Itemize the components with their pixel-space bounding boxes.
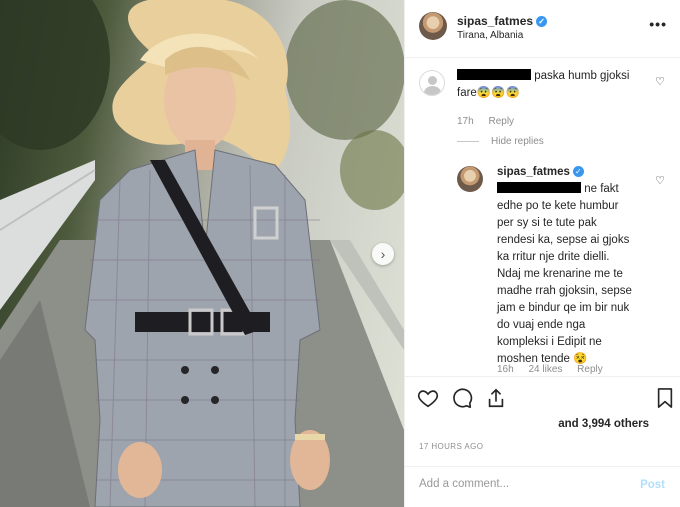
hide-replies-button[interactable]: Hide replies [457, 136, 556, 147]
avatar[interactable] [419, 12, 447, 40]
avatar[interactable] [457, 166, 483, 192]
post-timestamp: 17 HOURS AGO [419, 442, 484, 451]
comment-meta: 17h Reply [457, 116, 526, 127]
like-comment-heart-icon[interactable]: ♡ [655, 75, 665, 88]
comment-icon[interactable] [451, 387, 473, 409]
reply-username[interactable]: sipas_fatmes [497, 166, 570, 178]
reply-button[interactable]: Reply [577, 364, 603, 375]
next-photo-button[interactable]: › [372, 243, 394, 265]
post-side-panel: sipas_fatmes ✓ Tirana, Albania ••• paska … [404, 0, 680, 507]
add-comment-input[interactable] [419, 478, 629, 490]
verified-badge-icon: ✓ [572, 166, 584, 178]
hide-replies-label[interactable]: Hide replies [491, 136, 544, 147]
likes-count[interactable]: and 3,994 others [558, 418, 649, 430]
username[interactable]: sipas_fatmes ✓ [457, 14, 548, 28]
like-reply-heart-icon[interactable]: ♡ [655, 174, 665, 187]
verified-badge-icon: ✓ [536, 16, 548, 28]
reply-line: kompleksi i Edipit ne [497, 336, 602, 348]
comments-list[interactable]: paska humb gjoksi fare😨😨😨 ♡ 17h Reply Hi… [405, 58, 680, 376]
post-comment-button[interactable]: Post [640, 479, 665, 491]
chevron-right-icon: › [380, 246, 386, 262]
share-icon[interactable] [485, 387, 507, 409]
username-text[interactable]: sipas_fatmes [457, 14, 533, 28]
avatar[interactable] [419, 70, 445, 96]
reply-line: ne fakt [584, 183, 619, 195]
add-comment-bar: Post [405, 466, 680, 507]
reply-line: do vuaj ende nga [497, 319, 586, 331]
divider [457, 140, 479, 142]
reply-meta: 16h 24 likes Reply [497, 364, 615, 375]
post-photo[interactable]: › [0, 0, 404, 507]
reply-button[interactable]: Reply [488, 116, 514, 127]
reply-line: per sy si te tute pak [497, 217, 597, 229]
reply-line: edhe po te kete humbur [497, 200, 619, 212]
redacted-username [457, 69, 531, 80]
more-options-icon[interactable]: ••• [649, 16, 667, 32]
bookmark-icon[interactable] [655, 387, 675, 409]
reply-likes[interactable]: 24 likes [528, 364, 562, 375]
comment-line: fare😨😨😨 [457, 87, 520, 99]
comment-time: 17h [457, 116, 474, 127]
location-link[interactable]: Tirana, Albania [457, 30, 523, 41]
reply-line: rendesi ka, sepse ai gjoks [497, 234, 630, 246]
comment-text: paska humb gjoksi fare😨😨😨 [457, 68, 653, 102]
redacted-mention [497, 182, 581, 193]
reply-text: sipas_fatmes ✓ ne fakt edhe po te kete hu… [497, 164, 655, 368]
heart-icon[interactable] [417, 387, 439, 409]
reply-line: Ndaj me krenarine me te [497, 268, 623, 280]
reply-line: madhe rrah gjoksin, sepse [497, 285, 632, 297]
photo-illustration [0, 0, 404, 507]
post-header: sipas_fatmes ✓ Tirana, Albania ••• [405, 0, 680, 58]
comment-line: paska humb gjoksi [534, 70, 630, 82]
action-bar [405, 376, 680, 420]
reply-line: ka rritur nje drite dielli. [497, 251, 610, 263]
reply-line: jam e bindur qe im bir nuk [497, 302, 630, 314]
reply-time: 16h [497, 364, 514, 375]
